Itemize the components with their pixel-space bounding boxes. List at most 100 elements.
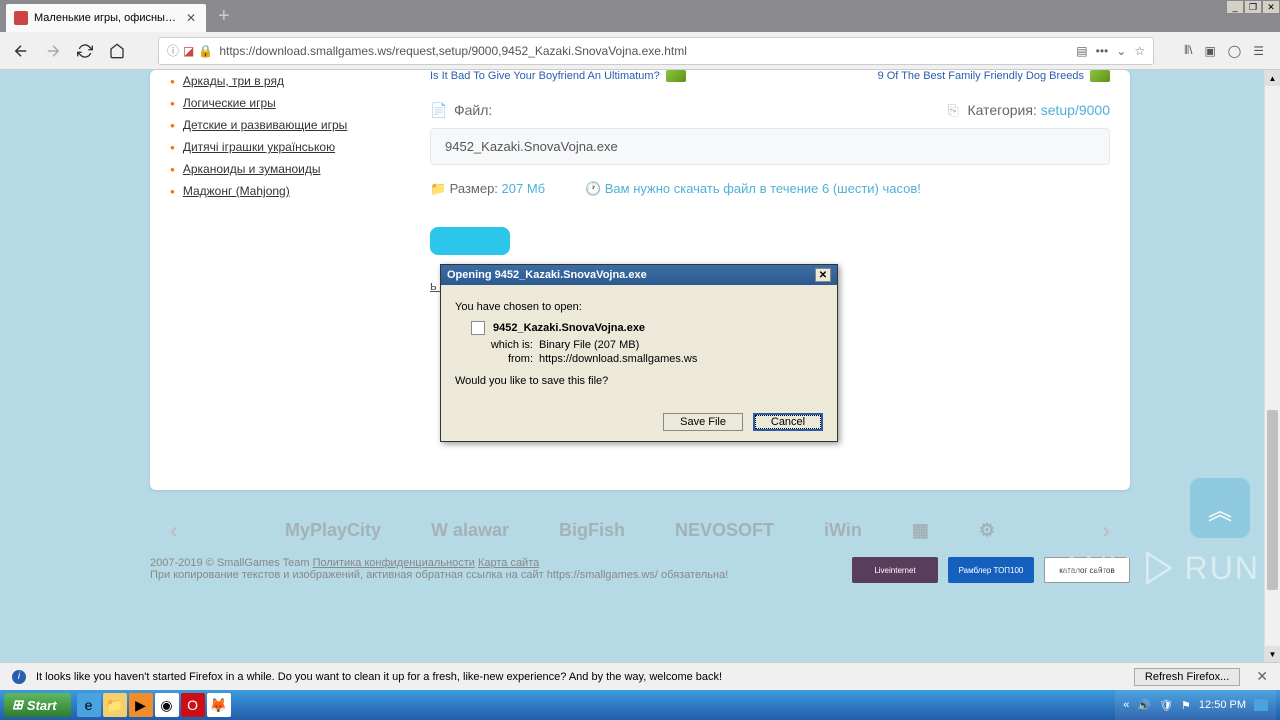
partner-logo[interactable]: NEVOSOFT — [675, 520, 774, 541]
library-icon[interactable]: ⫴\ — [1184, 43, 1192, 58]
info-icon[interactable]: ⓘ — [167, 42, 179, 59]
url-input[interactable] — [219, 44, 1070, 58]
new-tab-button[interactable]: + — [218, 5, 230, 28]
minimize-button[interactable]: _ — [1226, 0, 1244, 14]
scroll-to-top-button[interactable]: ︽ — [1190, 478, 1250, 538]
category-icon: ⎘ — [948, 102, 964, 118]
menu-dots-icon[interactable]: ••• — [1096, 44, 1109, 58]
sidebar-link[interactable]: Детские и развивающие игры — [183, 118, 347, 132]
vertical-scrollbar[interactable]: ▲ ▼ — [1264, 70, 1280, 662]
nav-bar: ⓘ ◪ 🔒 ▤ ••• ⌄ ☆ ⫴\ ▣ ◯ ☰ — [0, 32, 1280, 70]
taskbar-ie-icon[interactable]: e — [77, 693, 101, 717]
clock-text[interactable]: 12:50 PM — [1199, 699, 1246, 711]
reload-button[interactable] — [74, 40, 96, 62]
partner-logos: ‹ MyPlayCity W alawar BigFish NEVOSOFT i… — [150, 520, 1130, 541]
sidebar-link[interactable]: Аркады, три в ряд — [183, 74, 284, 88]
scroll-up-icon[interactable]: ▲ — [1265, 70, 1280, 86]
url-bar[interactable]: ⓘ ◪ 🔒 ▤ ••• ⌄ ☆ — [158, 37, 1154, 65]
category-sidebar: Аркады, три в ряд Логические игры Детски… — [150, 70, 410, 490]
taskbar-firefox-icon[interactable]: 🦊 — [207, 693, 231, 717]
dialog-title-text: Opening 9452_Kazaki.SnovaVojna.exe — [447, 269, 647, 281]
scrollbar-thumb[interactable] — [1267, 410, 1278, 590]
counter-badge[interactable]: Liveinternet — [852, 557, 938, 583]
dialog-close-button[interactable]: ✕ — [815, 268, 831, 282]
tab-bar: Маленькие игры, офисные игры ✕ + _ ❐ ✕ — [0, 0, 1280, 32]
start-button[interactable]: ⊞ Start — [4, 693, 71, 717]
carousel-prev-icon[interactable]: ‹ — [170, 517, 178, 545]
sidebar-link[interactable]: Дитячі іграшки українською — [183, 140, 335, 154]
pocket-icon[interactable]: ⌄ — [1116, 44, 1126, 58]
counter-badge[interactable]: каталог сайтов — [1044, 557, 1130, 583]
taskbar-opera-icon[interactable]: O — [181, 693, 205, 717]
tracking-icon: ◪ — [183, 44, 194, 58]
tab-title: Маленькие игры, офисные игры — [34, 12, 178, 24]
which-is-value: Binary File (207 MB) — [539, 339, 639, 351]
notification-text: It looks like you haven't started Firefo… — [36, 671, 722, 683]
desktop-icon[interactable] — [1254, 699, 1268, 711]
partner-logo[interactable]: MyPlayCity — [285, 520, 381, 541]
carousel-next-icon[interactable]: › — [1102, 517, 1110, 545]
notification-close-icon[interactable]: ✕ — [1256, 668, 1268, 685]
notification-bar: i It looks like you haven't started Fire… — [0, 662, 1280, 690]
partner-logo[interactable]: iWin — [824, 520, 862, 541]
which-is-label: which is: — [485, 339, 533, 351]
info-icon: i — [12, 670, 26, 684]
bookmark-star-icon[interactable]: ☆ — [1134, 44, 1145, 58]
dialog-intro: You have chosen to open: — [455, 301, 823, 313]
save-file-button[interactable]: Save File — [663, 413, 743, 431]
back-button[interactable] — [10, 40, 32, 62]
dialog-titlebar[interactable]: Opening 9452_Kazaki.SnovaVojna.exe ✕ — [441, 265, 837, 285]
ad-badge-icon — [1090, 70, 1110, 82]
browser-tab[interactable]: Маленькие игры, офисные игры ✕ — [6, 4, 206, 32]
refresh-firefox-button[interactable]: Refresh Firefox... — [1134, 668, 1240, 686]
sidebar-link[interactable]: Арканоиды и зуманоиды — [183, 162, 321, 176]
scroll-down-icon[interactable]: ▼ — [1265, 646, 1280, 662]
sidebar-link[interactable]: Маджонг (Mahjong) — [183, 184, 290, 198]
ad-link-right[interactable]: 9 Of The Best Family Friendly Dog Breeds — [878, 70, 1084, 82]
copyright-text: 2007-2019 © SmallGames Team — [150, 557, 310, 569]
tab-close-icon[interactable]: ✕ — [184, 11, 198, 25]
security-icon[interactable]: 🛡 — [1159, 699, 1173, 712]
account-icon[interactable]: ◯ — [1228, 44, 1241, 58]
sitemap-link[interactable]: Карта сайта — [478, 557, 539, 569]
tab-favicon — [14, 11, 28, 25]
ad-link-left[interactable]: Is It Bad To Give Your Boyfriend An Ulti… — [430, 70, 660, 82]
counter-badge[interactable]: Рамблер ТОП100 — [948, 557, 1034, 583]
from-label: from: — [485, 353, 533, 365]
size-label: Размер: — [450, 181, 498, 196]
sidebar-link[interactable]: Логические игры — [183, 96, 276, 110]
app-menu-icon[interactable]: ☰ — [1253, 44, 1264, 58]
partner-logo[interactable]: ⚙ — [979, 520, 995, 541]
clock-icon: 🕐 — [585, 181, 601, 197]
close-window-button[interactable]: ✕ — [1262, 0, 1280, 14]
reader-icon[interactable]: ▤ — [1076, 44, 1087, 58]
lock-icon: 🔒 — [198, 44, 213, 58]
dialog-prompt: Would you like to save this file? — [455, 375, 823, 387]
category-link[interactable]: setup/9000 — [1041, 102, 1110, 118]
flag-icon[interactable]: ⚑ — [1181, 699, 1191, 712]
forward-button[interactable] — [42, 40, 64, 62]
privacy-link[interactable]: Политика конфиденциальности — [313, 557, 475, 569]
taskbar-media-icon[interactable]: ▶ — [129, 693, 153, 717]
from-value: https://download.smallgames.ws — [539, 353, 697, 365]
download-button[interactable] — [430, 227, 510, 255]
sidebar-icon[interactable]: ▣ — [1204, 44, 1215, 58]
category-label: Категория: — [967, 102, 1036, 118]
taskbar-chrome-icon[interactable]: ◉ — [155, 693, 179, 717]
download-dialog: Opening 9452_Kazaki.SnovaVojna.exe ✕ You… — [440, 264, 838, 442]
system-tray[interactable]: « 🔊 🛡 ⚑ 12:50 PM — [1115, 690, 1276, 720]
home-button[interactable] — [106, 40, 128, 62]
volume-icon[interactable]: 🔊 — [1137, 699, 1151, 712]
maximize-button[interactable]: ❐ — [1244, 0, 1262, 14]
dialog-filename: 9452_Kazaki.SnovaVojna.exe — [493, 322, 645, 334]
windows-taskbar: ⊞ Start e 📁 ▶ ◉ O 🦊 « 🔊 🛡 ⚑ 12:50 PM — [0, 690, 1280, 720]
folder-icon: 📁 — [430, 181, 446, 197]
file-icon: 📄 — [430, 102, 446, 118]
tray-expand-icon[interactable]: « — [1123, 699, 1129, 711]
partner-logo[interactable]: BigFish — [559, 520, 625, 541]
taskbar-explorer-icon[interactable]: 📁 — [103, 693, 127, 717]
partner-logo[interactable]: W alawar — [431, 520, 509, 541]
file-type-icon — [471, 321, 485, 335]
cancel-button[interactable]: Cancel — [753, 413, 823, 431]
partner-logo[interactable]: ▦ — [912, 520, 929, 541]
